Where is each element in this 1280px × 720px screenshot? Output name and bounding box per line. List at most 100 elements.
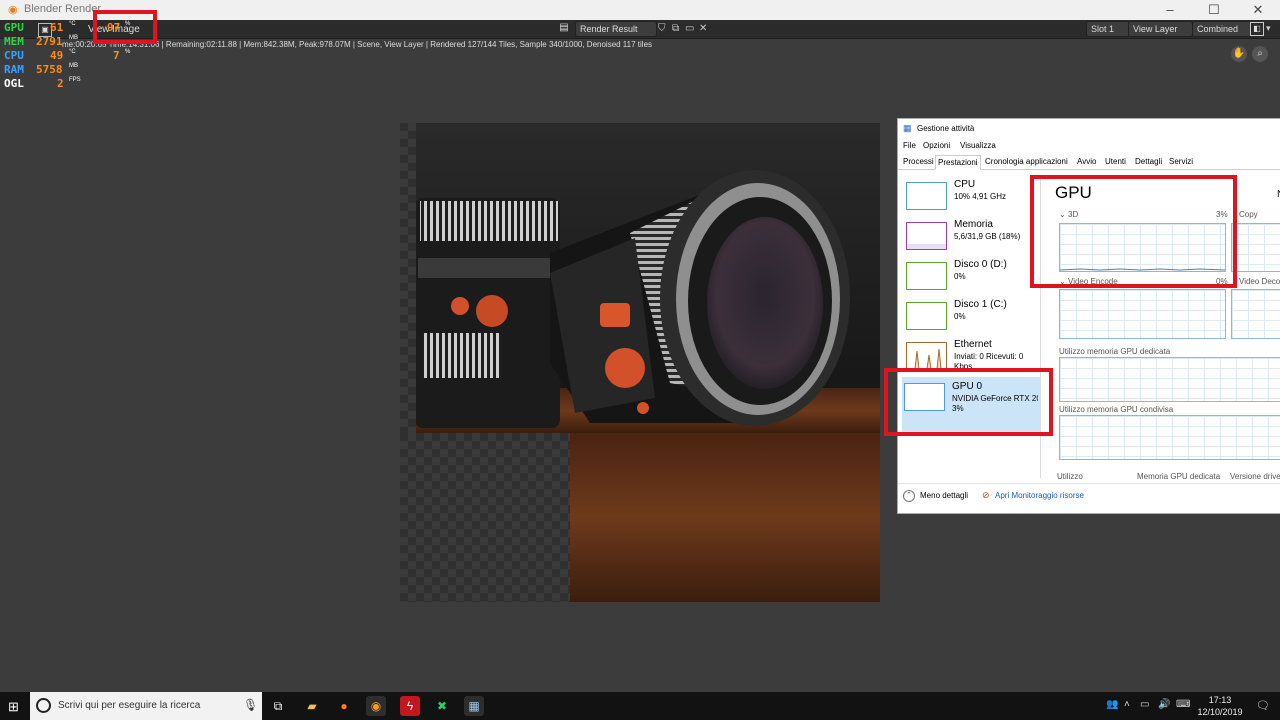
osd-unit: MB xyxy=(69,35,78,41)
task-view-icon[interactable]: ⧉ xyxy=(268,696,288,716)
minimize-button[interactable]: – xyxy=(1148,0,1192,20)
task-manager-taskbar-icon[interactable]: ▦ xyxy=(464,696,484,716)
sidebar-item-cpu[interactable]: CPU 10% 4,91 GHz xyxy=(904,178,1040,218)
mem-shared-label: Utilizzo memoria GPU condivisa xyxy=(1059,405,1174,414)
osd-label: RAM xyxy=(4,63,24,76)
open-image-icon[interactable]: ▭ xyxy=(685,23,694,34)
slot-dropdown[interactable]: Slot 1 xyxy=(1086,21,1130,37)
footer-label-usage: Utilizzo xyxy=(1057,472,1083,481)
xbox-icon[interactable]: ✖ xyxy=(432,696,452,716)
sidebar-item-label: Disco 1 (C:) xyxy=(954,299,1007,310)
sidebar-item-disk0[interactable]: Disco 0 (D:) 0% xyxy=(904,258,1040,298)
taskbar-search-box[interactable]: Scrivi qui per eseguire la ricerca 🎙 xyxy=(30,692,262,720)
image-name-field[interactable]: Render Result xyxy=(575,21,657,37)
less-details-link[interactable]: Meno dettagli xyxy=(920,491,968,500)
fake-user-icon[interactable]: ⛉ xyxy=(658,23,666,34)
tab-startup[interactable]: Avvio xyxy=(1075,155,1098,168)
search-placeholder: Scrivi qui per eseguire la ricerca xyxy=(58,700,201,711)
tab-details[interactable]: Dettagli xyxy=(1133,155,1164,168)
graph-label-copy[interactable]: Copy xyxy=(1239,210,1258,219)
maximize-button[interactable]: ☐ xyxy=(1192,0,1236,20)
menu-file[interactable]: File xyxy=(903,141,916,150)
new-image-icon[interactable]: ⧉ xyxy=(672,23,679,34)
sidebar-item-label: CPU xyxy=(954,179,976,190)
osd-unit: °C xyxy=(69,49,76,55)
ethernet-spikes xyxy=(907,348,946,370)
sidebar-item-value: 0% xyxy=(954,312,966,321)
disk0-mini-graph xyxy=(906,262,947,290)
microphone-icon[interactable]: 🎙 xyxy=(243,698,258,712)
pan-hand-icon[interactable]: ✋ xyxy=(1231,46,1247,62)
chevron-up-icon[interactable]: ˄ xyxy=(1124,699,1130,710)
windows-start-icon[interactable]: ⊞ xyxy=(8,699,19,715)
unlink-image-icon[interactable]: ✕ xyxy=(699,23,707,34)
menu-view[interactable]: Visualizza xyxy=(960,141,996,150)
footer-label-driver: Versione driver xyxy=(1230,472,1280,481)
image-browse-icon[interactable]: ▤ xyxy=(557,22,571,36)
file-explorer-icon[interactable]: ▰ xyxy=(302,696,322,716)
tab-processes[interactable]: Processi xyxy=(901,155,936,168)
footer-divider xyxy=(898,483,1280,484)
osd-ram: 5758 xyxy=(36,63,63,76)
cortana-circle-icon xyxy=(36,698,51,713)
blender-logo-icon: ◉ xyxy=(8,4,18,16)
pass-dropdown[interactable]: Combined xyxy=(1192,21,1252,37)
menu-options[interactable]: Opzioni xyxy=(923,141,950,150)
unrendered-tiles xyxy=(400,433,570,602)
cpu-mini-graph xyxy=(906,182,947,210)
osd-label: GPU xyxy=(4,21,24,34)
graph-copy xyxy=(1231,223,1280,272)
display-channels-icon[interactable]: ◧ xyxy=(1250,22,1264,36)
tab-users[interactable]: Utenti xyxy=(1103,155,1128,168)
graph-video-decode xyxy=(1231,289,1280,339)
language-icon[interactable]: ⌨ xyxy=(1176,699,1190,710)
msi-afterburner-icon[interactable]: ϟ xyxy=(400,696,420,716)
sidebar-item-value: 0% xyxy=(954,272,966,281)
osd-row: OGL xyxy=(4,77,24,91)
highlight-box-gpu-graph xyxy=(1030,175,1237,288)
tab-app-history[interactable]: Cronologia applicazioni xyxy=(983,155,1070,168)
osd-cpu-temp: 49 xyxy=(50,49,64,62)
window-title: Blender Render xyxy=(24,3,102,15)
layer-dropdown[interactable]: View Layer xyxy=(1128,21,1193,37)
volume-icon[interactable]: 🔊 xyxy=(1158,699,1170,710)
graph-label-video-decode[interactable]: Video Deco xyxy=(1239,277,1280,286)
people-icon[interactable]: 👥 xyxy=(1106,699,1118,710)
osd-unit: °C xyxy=(69,21,76,27)
close-button[interactable]: ✕ xyxy=(1236,0,1280,20)
tab-services[interactable]: Servizi xyxy=(1167,155,1195,168)
osd-label: CPU xyxy=(4,49,24,62)
zoom-icon[interactable]: ⌕ xyxy=(1252,46,1268,62)
sidebar-item-memory[interactable]: Memoria 5,6/31,9 GB (18%) xyxy=(904,218,1040,258)
highlight-box-gpu-sidebar xyxy=(884,368,1053,436)
blender-icon[interactable]: ◉ xyxy=(366,696,386,716)
taskbar-time[interactable]: 17:13 xyxy=(1197,695,1243,705)
osd-gpu-mem: 2791 xyxy=(36,35,63,48)
sidebar-item-label: Ethernet xyxy=(954,339,992,350)
chevron-down-icon[interactable]: ▾ xyxy=(1266,23,1271,34)
graph-mem-shared xyxy=(1059,415,1280,460)
osd-unit: FPS xyxy=(69,77,81,83)
osd-row: GPU xyxy=(4,21,24,35)
sidebar-item-value: 5,6/31,9 GB (18%) xyxy=(954,232,1021,241)
network-icon[interactable]: ▭ xyxy=(1140,699,1149,710)
open-resource-monitor-link[interactable]: Apri Monitoraggio risorse xyxy=(995,491,1084,500)
chevron-up-icon[interactable]: ⌃ xyxy=(903,490,915,502)
osd-row: RAM xyxy=(4,63,24,77)
mem-dedicated-label: Utilizzo memoria GPU dedicata xyxy=(1059,347,1171,356)
osd-row: MEM xyxy=(4,35,24,49)
unrendered-tiles xyxy=(400,123,416,433)
windows-taskbar: ⊞ Scrivi qui per eseguire la ricerca 🎙 ⧉… xyxy=(0,692,1280,720)
osd-gpu-temp: 61 xyxy=(50,21,64,34)
task-manager-icon: ▦ xyxy=(903,123,912,133)
osd-label: MEM xyxy=(4,35,24,48)
sidebar-item-disk1[interactable]: Disco 1 (C:) 0% xyxy=(904,298,1040,338)
firefox-icon[interactable]: ● xyxy=(334,696,354,716)
taskbar-date[interactable]: 12/10/2019 xyxy=(1197,707,1243,717)
osd-label: OGL xyxy=(4,77,24,90)
graph-video-encode xyxy=(1059,289,1226,339)
tab-performance[interactable]: Prestazioni xyxy=(935,155,981,170)
tab-bar: Processi Prestazioni Cronologia applicaz… xyxy=(898,155,1280,170)
notifications-icon[interactable]: 🗨 xyxy=(1256,699,1270,712)
sidebar-item-label: Disco 0 (D:) xyxy=(954,259,1007,270)
